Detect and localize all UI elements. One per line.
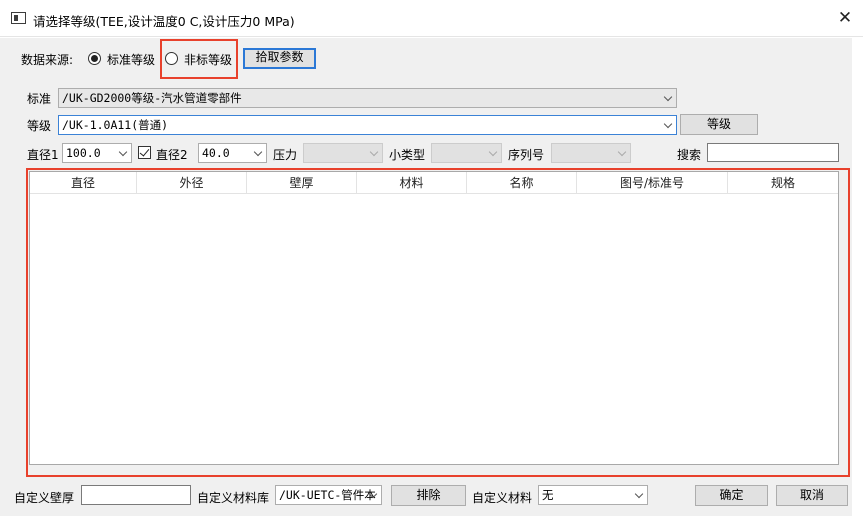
table-header: 直径 外径 壁厚 材料 名称 图号/标准号 规格 (30, 172, 838, 194)
column-header-drawing-number[interactable]: 图号/标准号 (577, 172, 728, 194)
title-bar: 请选择等级(TEE,设计温度0 C,设计压力0 MPa) ✕ (0, 0, 863, 37)
window-icon (11, 12, 26, 24)
cancel-button[interactable]: 取消 (776, 485, 848, 506)
radio-nonstandard-grade-label[interactable]: 非标等级 (184, 51, 232, 68)
search-input[interactable] (707, 143, 839, 162)
search-label: 搜索 (677, 148, 702, 162)
serial-dropdown[interactable] (551, 143, 631, 163)
chevron-down-icon (634, 489, 644, 499)
custom-material-value: 无 (542, 488, 554, 502)
grade-dropdown-value: /UK-1.0A11(普通) (62, 118, 169, 132)
custom-thickness-label: 自定义壁厚 (14, 491, 75, 505)
radio-standard-grade[interactable] (88, 52, 101, 65)
exclude-button[interactable]: 排除 (391, 485, 466, 506)
chevron-down-icon (369, 147, 379, 157)
column-header-name[interactable]: 名称 (467, 172, 577, 194)
column-header-spec[interactable]: 规格 (728, 172, 838, 194)
custom-material-lib-value: /UK-UETC-管件本 (279, 488, 376, 502)
column-header-diameter[interactable]: 直径 (30, 172, 137, 194)
subtype-dropdown[interactable] (431, 143, 502, 163)
chevron-down-icon (488, 147, 498, 157)
diameter2-value: 40.0 (202, 146, 230, 160)
pressure-dropdown[interactable] (303, 143, 383, 163)
checkmark-icon (139, 146, 150, 157)
custom-material-lib-dropdown[interactable]: /UK-UETC-管件本 (275, 485, 382, 505)
data-source-label: 数据来源: (21, 53, 74, 67)
custom-thickness-input[interactable] (81, 485, 191, 505)
grade-dropdown[interactable]: /UK-1.0A11(普通) (58, 115, 677, 135)
standard-dropdown-value: /UK-GD2000等级-汽水管道零部件 (62, 91, 242, 105)
diameter2-label: 直径2 (156, 148, 188, 162)
standard-label: 标准 (27, 92, 52, 106)
pick-params-button[interactable]: 拾取参数 (243, 48, 316, 69)
chevron-down-icon (663, 92, 673, 102)
grade-label: 等级 (27, 119, 52, 133)
diameter1-label: 直径1 (27, 148, 59, 162)
grade-button[interactable]: 等级 (680, 114, 758, 135)
diameter2-checkbox[interactable] (138, 146, 151, 159)
pressure-label: 压力 (273, 148, 298, 162)
column-header-material[interactable]: 材料 (357, 172, 467, 194)
parts-table[interactable]: 直径 外径 壁厚 材料 名称 图号/标准号 规格 (29, 171, 839, 465)
close-icon[interactable]: ✕ (832, 6, 858, 30)
diameter1-value: 100.0 (66, 146, 101, 160)
chevron-down-icon (118, 147, 128, 157)
column-header-outer-diameter[interactable]: 外径 (137, 172, 247, 194)
ok-button[interactable]: 确定 (695, 485, 768, 506)
diameter1-dropdown[interactable]: 100.0 (62, 143, 132, 163)
chevron-down-icon (663, 119, 673, 129)
custom-material-dropdown[interactable]: 无 (538, 485, 648, 505)
custom-material-label: 自定义材料 (472, 491, 533, 505)
subtype-label: 小类型 (389, 148, 426, 162)
radio-nonstandard-grade[interactable] (165, 52, 178, 65)
radio-standard-grade-label[interactable]: 标准等级 (107, 51, 155, 68)
chevron-down-icon (617, 147, 627, 157)
window-title: 请选择等级(TEE,设计温度0 C,设计压力0 MPa) (33, 14, 295, 29)
column-header-wall-thickness[interactable]: 壁厚 (247, 172, 357, 194)
custom-material-lib-label: 自定义材料库 (197, 491, 270, 505)
standard-dropdown[interactable]: /UK-GD2000等级-汽水管道零部件 (58, 88, 677, 108)
chevron-down-icon (253, 147, 263, 157)
serial-label: 序列号 (508, 148, 545, 162)
diameter2-dropdown[interactable]: 40.0 (198, 143, 267, 163)
